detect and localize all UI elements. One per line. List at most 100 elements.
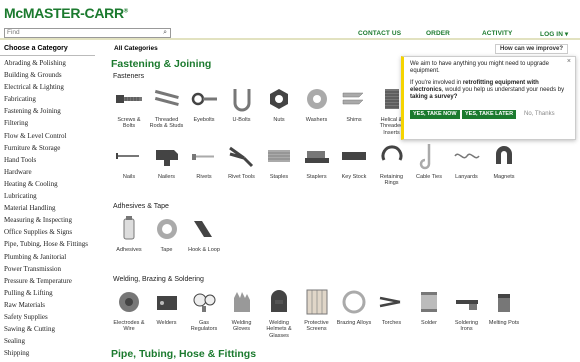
- yes-take-now-button[interactable]: YES, TAKE NOW: [410, 110, 460, 119]
- sidebar-item-hardware[interactable]: Hardware: [0, 166, 100, 178]
- tile-label[interactable]: Key Stock: [336, 174, 372, 180]
- soldering-iron-icon[interactable]: [449, 285, 484, 319]
- category-tile[interactable]: Nails: [111, 139, 147, 180]
- category-tile[interactable]: Threaded Rods & Studs: [149, 82, 185, 130]
- washer-icon[interactable]: [299, 82, 334, 116]
- category-tile[interactable]: Screws & Bolts: [111, 82, 147, 130]
- brazing-icon[interactable]: [337, 285, 371, 319]
- category-tile[interactable]: Retaining Rings: [374, 139, 410, 187]
- sidebar-item-building-grounds[interactable]: Building & Grounds: [0, 69, 100, 81]
- sidebar-item-pulling-lifting[interactable]: Pulling & Lifting: [0, 287, 100, 299]
- solder-icon[interactable]: [412, 285, 446, 319]
- tile-label[interactable]: Welding Helmets & Glasses: [261, 320, 297, 339]
- sidebar-item-electrical-lighting[interactable]: Electrical & Lighting: [0, 81, 100, 93]
- category-tile[interactable]: Soldering Irons: [449, 285, 485, 333]
- logo[interactable]: McMASTER-CARR®: [4, 5, 128, 21]
- tile-label[interactable]: Washers: [299, 117, 335, 123]
- category-tile[interactable]: Cable Ties: [411, 139, 447, 180]
- category-tile[interactable]: Key Stock: [336, 139, 372, 180]
- tile-label[interactable]: Solder: [411, 320, 447, 326]
- sidebar-item-hand-tools[interactable]: Hand Tools: [0, 154, 100, 166]
- tile-label[interactable]: Magnets: [486, 174, 522, 180]
- welder-icon[interactable]: [149, 285, 184, 319]
- adhesive-icon[interactable]: [112, 212, 146, 246]
- sidebar-item-shipping[interactable]: Shipping: [0, 347, 100, 359]
- category-tile[interactable]: Adhesives: [111, 212, 147, 253]
- tile-label[interactable]: Nails: [111, 174, 147, 180]
- retaining-ring-icon[interactable]: [374, 139, 409, 173]
- tile-label[interactable]: Soldering Irons: [449, 320, 485, 333]
- tile-label[interactable]: Screws & Bolts: [111, 117, 147, 130]
- category-tile[interactable]: Welders: [149, 285, 185, 326]
- rivet-tool-icon[interactable]: [224, 139, 259, 173]
- group-title-welding[interactable]: Welding, Brazing & Soldering: [113, 276, 204, 283]
- tile-label[interactable]: U-Bolts: [224, 117, 260, 123]
- tile-label[interactable]: Rivet Tools: [224, 174, 260, 180]
- torch-icon[interactable]: [374, 285, 409, 319]
- sidebar-item-heating-cooling[interactable]: Heating & Cooling: [0, 178, 100, 190]
- search-icon[interactable]: ⌕: [163, 29, 167, 37]
- screw-icon[interactable]: [112, 82, 146, 116]
- category-tile[interactable]: Rivet Tools: [224, 139, 260, 180]
- category-tile[interactable]: Washers: [299, 82, 335, 123]
- nut-icon[interactable]: [262, 82, 296, 116]
- u-bolt-icon[interactable]: [224, 82, 259, 116]
- stapler-icon[interactable]: [299, 139, 334, 173]
- tile-label[interactable]: Threaded Rods & Studs: [149, 117, 185, 130]
- sidebar-item-measuring-inspecting[interactable]: Measuring & Inspecting: [0, 214, 100, 226]
- tile-label[interactable]: Gas Regulators: [186, 320, 222, 333]
- threaded-rod-icon[interactable]: [149, 82, 184, 116]
- regulator-icon[interactable]: [187, 285, 221, 319]
- tile-label[interactable]: Melting Pots: [486, 320, 522, 326]
- nailer-icon[interactable]: [149, 139, 184, 173]
- nail-icon[interactable]: [112, 139, 146, 173]
- category-tile[interactable]: Tape: [149, 212, 185, 253]
- sidebar-item-plumbing-janitorial[interactable]: Plumbing & Janitorial: [0, 251, 100, 263]
- tile-label[interactable]: Nailers: [149, 174, 185, 180]
- sidebar-item-abrading-polishing[interactable]: Abrading & Polishing: [0, 57, 100, 69]
- eyebolt-icon[interactable]: [187, 82, 221, 116]
- sidebar-item-flow-level-control[interactable]: Flow & Level Control: [0, 130, 100, 142]
- tile-label[interactable]: Electrodes & Wire: [111, 320, 147, 333]
- feedback-button[interactable]: How can we improve?: [494, 44, 568, 54]
- glove-icon[interactable]: [224, 285, 259, 319]
- tile-label[interactable]: Lanyards: [449, 174, 485, 180]
- category-tile[interactable]: Brazing Alloys: [336, 285, 372, 326]
- sidebar-item-raw-materials[interactable]: Raw Materials: [0, 299, 100, 311]
- sidebar-item-sawing-cutting[interactable]: Sawing & Cutting: [0, 323, 100, 335]
- melting-pot-icon[interactable]: [487, 285, 521, 319]
- search-input[interactable]: Find ⌕: [4, 28, 171, 38]
- hook-loop-icon[interactable]: [187, 212, 221, 246]
- sidebar-item-pipe-tubing-hose-fittings[interactable]: Pipe, Tubing, Hose & Fittings: [0, 238, 100, 250]
- group-title-adhesives[interactable]: Adhesives & Tape: [113, 203, 169, 210]
- category-tile[interactable]: U-Bolts: [224, 82, 260, 123]
- category-tile[interactable]: Hook & Loop: [186, 212, 222, 253]
- category-tile[interactable]: Nailers: [149, 139, 185, 180]
- sidebar-item-fabricating[interactable]: Fabricating: [0, 93, 100, 105]
- category-tile[interactable]: Welding Gloves: [224, 285, 260, 333]
- category-tile[interactable]: Protective Screens: [299, 285, 335, 333]
- tile-label[interactable]: Welders: [149, 320, 185, 326]
- tile-label[interactable]: Rivets: [186, 174, 222, 180]
- category-tile[interactable]: Torches: [374, 285, 410, 326]
- tile-label[interactable]: Retaining Rings: [374, 174, 410, 187]
- no-thanks-link[interactable]: No, Thanks: [524, 110, 555, 119]
- tile-label[interactable]: Brazing Alloys: [336, 320, 372, 326]
- staple-icon[interactable]: [262, 139, 296, 173]
- category-tile[interactable]: Lanyards: [449, 139, 485, 180]
- tile-label[interactable]: Staples: [261, 174, 297, 180]
- category-tile[interactable]: Staples: [261, 139, 297, 180]
- yes-take-later-button[interactable]: YES, TAKE LATER: [462, 110, 517, 119]
- section-title-fastening[interactable]: Fastening & Joining: [111, 58, 211, 70]
- tile-label[interactable]: Staplers: [299, 174, 335, 180]
- tile-label[interactable]: Cable Ties: [411, 174, 447, 180]
- tile-label[interactable]: Protective Screens: [299, 320, 335, 333]
- sidebar-item-pressure-temperature[interactable]: Pressure & Temperature: [0, 275, 100, 287]
- lanyard-icon[interactable]: [449, 139, 484, 173]
- tile-label[interactable]: Tape: [149, 247, 185, 253]
- tile-label[interactable]: Shims: [336, 117, 372, 123]
- magnet-icon[interactable]: [487, 139, 521, 173]
- category-tile[interactable]: Melting Pots: [486, 285, 522, 326]
- category-tile[interactable]: Welding Helmets & Glasses: [261, 285, 297, 339]
- category-tile[interactable]: Staplers: [299, 139, 335, 180]
